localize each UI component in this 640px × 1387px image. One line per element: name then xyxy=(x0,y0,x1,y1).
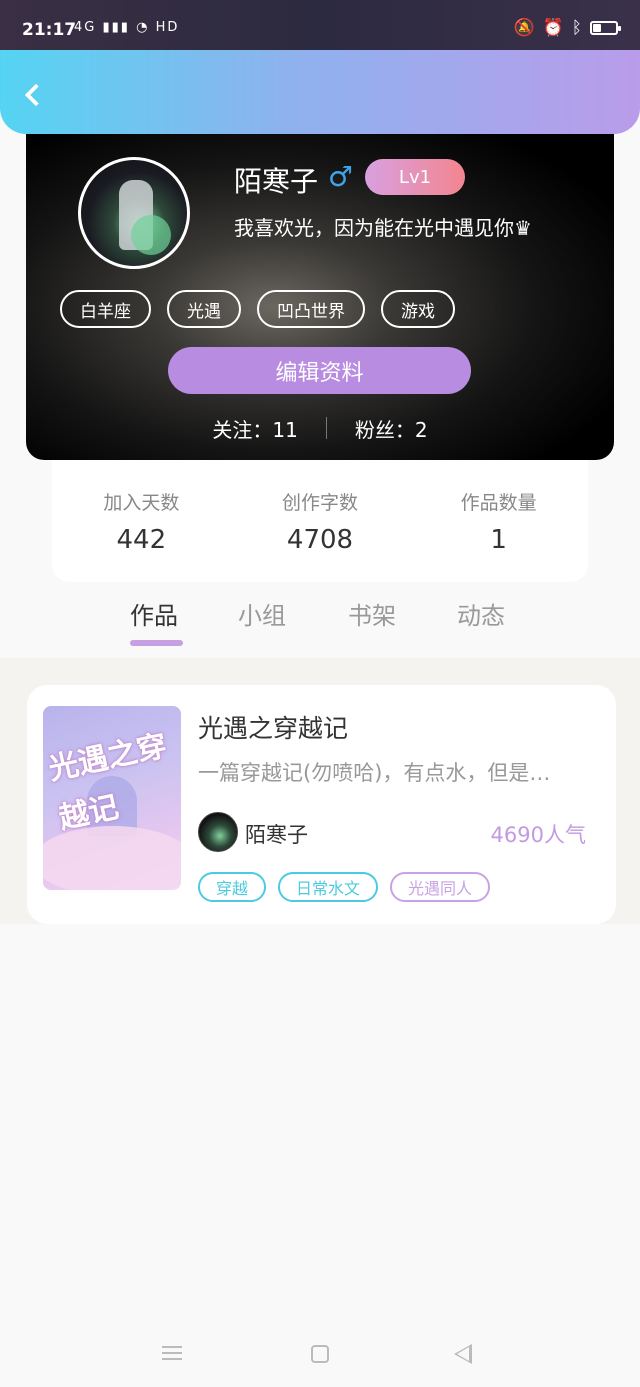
network-indicator: 4G ▮▮▮ ◔ HD xyxy=(74,20,179,35)
male-icon: ♂ xyxy=(328,160,354,193)
work-tags: 穿越 日常水文 光遇同人 xyxy=(198,872,491,902)
back-triangle-icon[interactable] xyxy=(454,1344,472,1364)
book-cover[interactable]: 光遇之穿越记 xyxy=(43,706,181,890)
alarm-icon: ⏰ xyxy=(542,18,564,38)
signal-icon: ▮▮▮ xyxy=(102,20,130,35)
top-header xyxy=(0,50,640,134)
work-title: 光遇之穿越记 xyxy=(198,714,349,743)
works-list: 光遇之穿越记 光遇之穿越记 一篇穿越记(勿喷哈)，有点水，但是… 陌寒子 469… xyxy=(0,658,640,924)
tab-works[interactable]: 作品 xyxy=(130,596,178,631)
work-card[interactable]: 光遇之穿越记 光遇之穿越记 一篇穿越记(勿喷哈)，有点水，但是… 陌寒子 469… xyxy=(27,685,616,924)
followers-count[interactable]: 粉丝：2 xyxy=(327,414,456,443)
following-count[interactable]: 关注：11 xyxy=(184,414,325,443)
stat-join-days: 加入天数 442 xyxy=(52,460,231,582)
level-badge: Lv1 xyxy=(365,159,465,195)
system-nav-bar xyxy=(0,1320,640,1387)
stat-value: 442 xyxy=(116,525,167,555)
profile-tag[interactable]: 凹凸世界 xyxy=(257,290,365,328)
status-time: 21:17 xyxy=(22,20,77,40)
author-avatar xyxy=(198,812,238,852)
profile-tag[interactable]: 游戏 xyxy=(381,290,455,328)
battery-fill xyxy=(593,24,602,32)
stat-works-count: 作品数量 1 xyxy=(409,460,588,582)
bluetooth-icon: ᛒ xyxy=(571,18,582,38)
cover-title: 光遇之穿越记 xyxy=(45,728,171,837)
edit-profile-button[interactable]: 编辑资料 xyxy=(168,347,471,394)
status-icons: 🔕 ⏰ ᛒ xyxy=(513,18,621,38)
stat-label: 作品数量 xyxy=(460,492,537,514)
tab-bar: 作品 小组 书架 动态 xyxy=(0,590,640,658)
stat-word-count: 创作字数 4708 xyxy=(231,460,410,582)
profile-bio: 我喜欢光，因为能在光中遇见你♛ xyxy=(234,216,532,240)
stat-label: 创作字数 xyxy=(282,492,359,514)
menu-icon[interactable] xyxy=(162,1346,182,1360)
stat-label: 加入天数 xyxy=(103,492,180,514)
tab-indicator xyxy=(130,640,183,646)
work-author: 陌寒子 xyxy=(245,823,308,847)
profile-tags: 白羊座 光遇 凹凸世界 游戏 xyxy=(60,290,455,328)
avatar[interactable] xyxy=(78,157,190,269)
tab-bookshelf[interactable]: 书架 xyxy=(348,596,396,631)
work-tag[interactable]: 穿越 xyxy=(198,872,267,902)
profile-tag[interactable]: 光遇 xyxy=(167,290,241,328)
profile-card: 陌寒子 ♂ Lv1 我喜欢光，因为能在光中遇见你♛ 白羊座 光遇 凹凸世界 游戏… xyxy=(26,120,614,460)
battery-icon xyxy=(590,21,621,35)
tab-groups[interactable]: 小组 xyxy=(238,596,286,631)
home-icon[interactable] xyxy=(311,1345,329,1363)
profile-name: 陌寒子 xyxy=(234,165,319,198)
network-type: 4G xyxy=(74,20,97,35)
work-tag[interactable]: 光遇同人 xyxy=(390,872,491,902)
profile-tag[interactable]: 白羊座 xyxy=(60,290,151,328)
work-description: 一篇穿越记(勿喷哈)，有点水，但是… xyxy=(198,761,551,785)
stats-panel: 加入天数 442 创作字数 4708 作品数量 1 xyxy=(52,460,588,582)
work-popularity: 4690人气 xyxy=(490,823,586,847)
follow-stats: 关注：11 粉丝：2 xyxy=(26,414,614,443)
hd-label: HD xyxy=(155,20,180,35)
avatar-glow xyxy=(131,215,171,255)
mute-icon: 🔕 xyxy=(513,18,535,38)
tab-activity[interactable]: 动态 xyxy=(457,596,505,631)
stat-value: 4708 xyxy=(286,525,354,555)
wifi-icon: ◔ xyxy=(136,20,150,35)
back-button[interactable] xyxy=(16,78,50,112)
stat-value: 1 xyxy=(490,525,507,555)
work-tag[interactable]: 日常水文 xyxy=(278,872,379,902)
